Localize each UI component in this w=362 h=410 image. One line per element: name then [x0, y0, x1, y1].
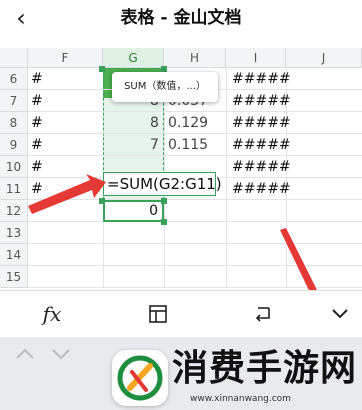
bottom-toolbar: fx — [0, 290, 362, 337]
cell-g9[interactable]: 7 — [150, 134, 159, 156]
row-header[interactable]: 6 — [0, 68, 28, 90]
chevron-down-icon — [52, 349, 70, 360]
chevron-down-icon — [332, 309, 348, 319]
cell-i9[interactable]: ##### — [232, 134, 291, 156]
row-label: 11 — [5, 182, 22, 196]
row-label: 9 — [9, 138, 18, 152]
row-header[interactable]: 14 — [0, 244, 28, 266]
cell-i6[interactable]: ##### — [232, 68, 291, 90]
row-label: 13 — [5, 226, 22, 240]
row-header[interactable]: 10 — [0, 156, 28, 178]
column-label: I — [253, 51, 258, 65]
watermark-logo — [112, 350, 168, 406]
collapse-keyboard-button[interactable] — [322, 297, 358, 331]
row-header[interactable]: 12 — [0, 200, 28, 222]
enter-button[interactable] — [246, 297, 282, 331]
game-controller-logo-icon — [117, 355, 163, 401]
corner-cell[interactable] — [0, 48, 28, 68]
column-label: F — [61, 51, 69, 65]
chevron-up-icon — [16, 348, 34, 359]
cell-i7[interactable]: ##### — [232, 90, 291, 112]
annotation-arrow — [28, 174, 106, 214]
function-icon: fx — [42, 302, 62, 326]
cell-h8[interactable]: 0.129 — [168, 112, 208, 134]
next-field-button[interactable] — [50, 343, 72, 365]
watermark-url: www.xinnanwang.com — [190, 394, 291, 404]
page-title: 表格 - 金山文档 — [120, 8, 242, 28]
column-header-j[interactable]: J — [286, 48, 362, 68]
row-header[interactable]: 8 — [0, 112, 28, 134]
cell-i11[interactable]: ##### — [232, 178, 291, 200]
row-label: 12 — [5, 204, 22, 218]
cell-i8[interactable]: ##### — [232, 112, 291, 134]
selection-handle[interactable] — [161, 198, 167, 204]
row-label: 14 — [5, 248, 22, 262]
fx-button[interactable]: fx — [30, 297, 74, 331]
selection-handle[interactable] — [99, 66, 105, 72]
column-header-g[interactable]: G — [103, 48, 164, 68]
function-hint-tooltip[interactable]: SUM（数值，...） — [112, 72, 218, 102]
column-header-f[interactable]: F — [28, 48, 103, 68]
column-label: J — [321, 51, 326, 65]
formula-editor[interactable]: =SUM(G2:G11) — [103, 172, 222, 196]
row-label: 10 — [5, 160, 22, 174]
column-label: H — [189, 51, 200, 65]
column-header-h[interactable]: H — [164, 48, 226, 68]
row-label: 6 — [9, 72, 18, 86]
row-label: 7 — [9, 94, 18, 108]
cell-h9[interactable]: 0.115 — [168, 134, 208, 156]
table-icon — [149, 305, 167, 323]
table-button[interactable] — [140, 297, 176, 331]
previous-field-button[interactable] — [14, 343, 36, 365]
return-icon — [255, 307, 270, 322]
fill-handle[interactable] — [161, 219, 167, 225]
back-button[interactable]: ‹ — [6, 2, 36, 34]
cell-e7[interactable]: # — [31, 90, 43, 112]
column-header-i[interactable]: I — [226, 48, 286, 68]
row-header[interactable]: 15 — [0, 266, 28, 288]
cell-e8[interactable]: # — [31, 112, 43, 134]
column-label: G — [128, 51, 138, 65]
row-label: 8 — [9, 116, 18, 130]
row-header[interactable]: 7 — [0, 90, 28, 112]
row-header[interactable]: 13 — [0, 222, 28, 244]
chevron-left-icon: ‹ — [16, 4, 26, 32]
active-cell-g12[interactable]: 0 — [103, 200, 164, 222]
row-header[interactable]: 9 — [0, 134, 28, 156]
cell-g8[interactable]: 8 — [150, 112, 159, 134]
cell-i10[interactable]: ##### — [232, 156, 291, 178]
app-header: 表格 - 金山文档 ‹ — [0, 0, 362, 38]
cell-e6[interactable]: # — [31, 68, 43, 90]
row-label: 15 — [5, 270, 22, 284]
watermark-brand: 消费手游网 — [172, 348, 358, 389]
row-header[interactable]: 11 — [0, 178, 28, 200]
